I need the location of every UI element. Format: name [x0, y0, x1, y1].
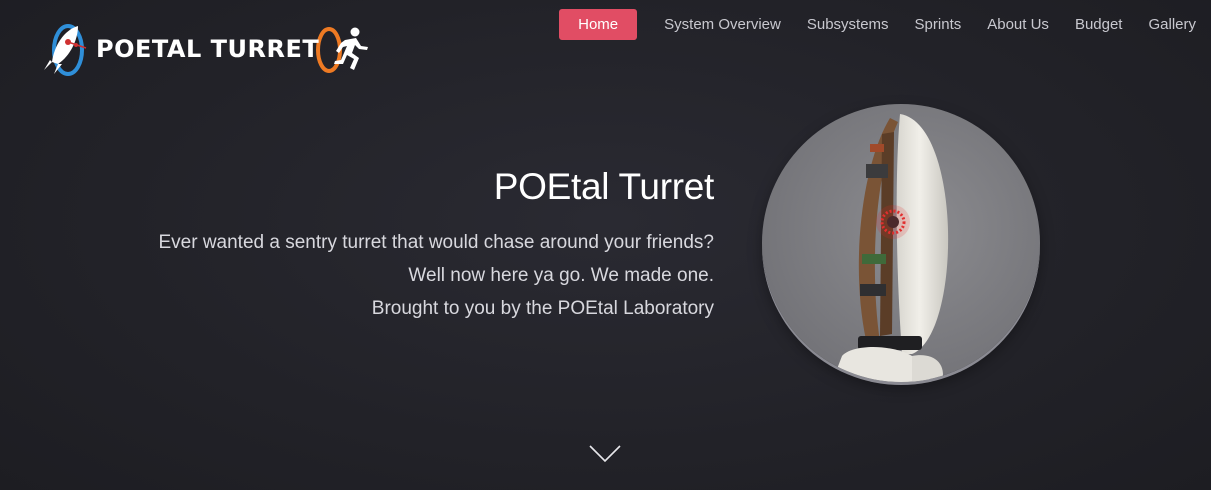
nav-home[interactable]: Home: [559, 9, 638, 40]
hero-tagline-1: Ever wanted a sentry turret that would c…: [158, 232, 714, 253]
main-nav: Home System Overview Subsystems Sprints …: [559, 9, 1211, 40]
scroll-down-button[interactable]: [588, 444, 622, 464]
hero-tagline-2: Well now here ya go. We made one.: [408, 265, 714, 286]
nav-sprints[interactable]: Sprints: [915, 16, 962, 33]
hero-tagline-3: Brought to you by the POEtal Laboratory: [371, 298, 714, 319]
hero-title: POEtal Turret: [493, 166, 715, 207]
nav-budget[interactable]: Budget: [1075, 16, 1123, 33]
nav-subsystems[interactable]: Subsystems: [807, 16, 889, 33]
logo-text: POETAL TURRET: [96, 35, 320, 63]
nav-system-overview[interactable]: System Overview: [664, 16, 781, 33]
chevron-down-icon: [589, 445, 621, 463]
running-man-icon: [334, 27, 368, 70]
nav-about-us[interactable]: About Us: [987, 16, 1049, 33]
nav-gallery[interactable]: Gallery: [1148, 16, 1196, 33]
turret-photo: [762, 104, 1040, 382]
site-logo[interactable]: POETAL TURRET: [34, 18, 374, 82]
